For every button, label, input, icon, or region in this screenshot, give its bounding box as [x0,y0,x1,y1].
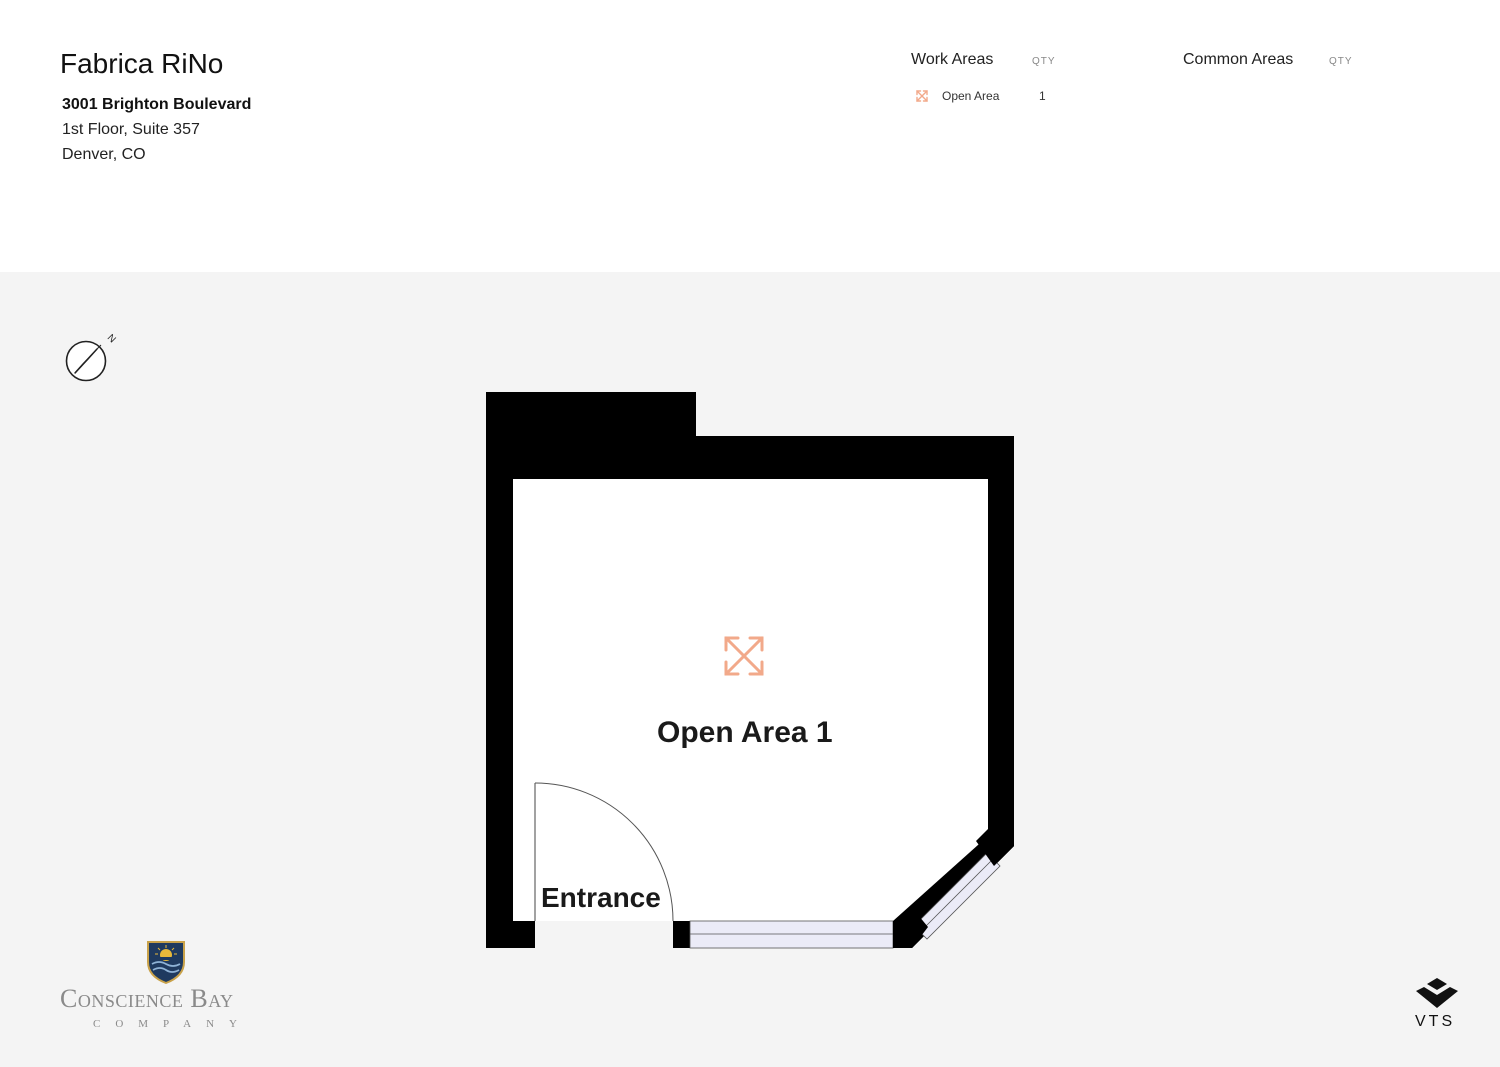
legend-work-areas-heading: Work Areas [911,51,994,68]
header: Fabrica RiNo 3001 Brighton Boulevard 1st… [0,0,1500,272]
compass-north-label: N [105,332,118,345]
vts-logo-icon [1416,978,1458,1008]
legend-item-open-area-qty: 1 [1039,89,1046,103]
expand-arrows-icon [915,89,929,108]
compass-icon: N [65,332,118,382]
legend-common-areas-heading: Common Areas [1183,51,1294,68]
floorplan-area: N Open Area 1 Entrance Conscience Bay CO… [0,272,1500,1067]
legend-work-areas-qty-heading: QTY [1032,56,1056,67]
address-suite: 1st Floor, Suite 357 [62,121,200,138]
legend-item-open-area: Open Area [942,89,1000,103]
page-title: Fabrica RiNo [60,48,224,79]
company-name: Conscience Bay [60,984,234,1013]
shield-icon [147,941,185,984]
entrance-label: Entrance [541,882,661,913]
window-bottom [673,920,912,949]
room-floor [513,479,988,921]
address-city: Denver, CO [62,146,146,163]
address-street: 3001 Brighton Boulevard [62,96,252,113]
vts-logo: VTS [1410,976,1466,1034]
vts-logo-text: VTS [1415,1013,1456,1030]
room-label: Open Area 1 [657,716,833,749]
company-subtitle: COMPANY [93,1018,253,1030]
company-logo: Conscience Bay COMPANY [60,940,275,1035]
legend-common-areas-qty-heading: QTY [1329,56,1353,67]
floorplan-walls [486,392,1014,952]
